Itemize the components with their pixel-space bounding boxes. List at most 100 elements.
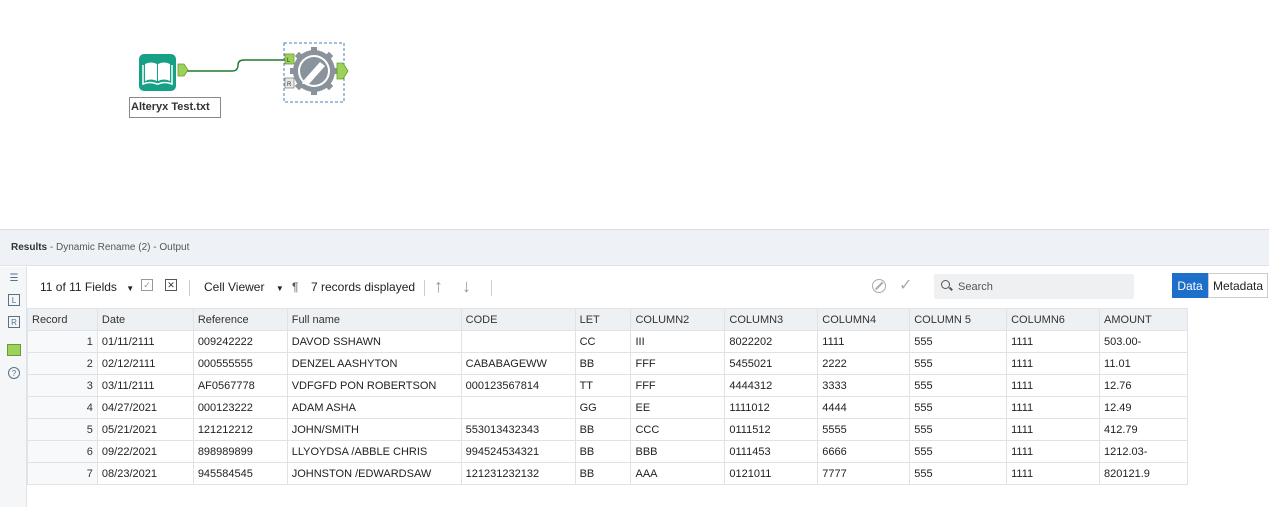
- table-cell[interactable]: 0111512: [724, 418, 819, 441]
- table-cell[interactable]: 1111: [1006, 462, 1101, 485]
- record-number-cell[interactable]: 2: [27, 352, 98, 375]
- table-cell[interactable]: 820121.9: [1099, 462, 1188, 485]
- table-cell[interactable]: BB: [574, 418, 632, 441]
- record-number-cell[interactable]: 6: [27, 440, 98, 463]
- table-cell[interactable]: 6666: [817, 440, 911, 463]
- table-row[interactable]: 4 04/27/2021 000123222 ADAM ASHA GG EE 1111012…: [27, 396, 1188, 419]
- table-cell[interactable]: 121231232132: [460, 462, 576, 485]
- table-cell[interactable]: 555: [909, 462, 1008, 485]
- output-view-icon[interactable]: [7, 344, 21, 356]
- table-cell[interactable]: 4444: [817, 396, 911, 419]
- column-header[interactable]: COLUMN3: [724, 308, 819, 331]
- table-cell[interactable]: 553013432343: [460, 418, 576, 441]
- table-cell[interactable]: 009242222: [192, 330, 288, 353]
- data-grid[interactable]: Record Date Reference Full name CODE LET COLUM…: [27, 308, 1188, 508]
- record-number-cell[interactable]: 7: [27, 462, 98, 485]
- table-cell[interactable]: CC: [574, 330, 632, 353]
- table-cell[interactable]: 2222: [817, 352, 911, 375]
- output-anchor-icon[interactable]: [336, 62, 349, 80]
- table-cell[interactable]: 412.79: [1099, 418, 1188, 441]
- table-cell[interactable]: 000123222: [192, 396, 288, 419]
- column-header[interactable]: Date: [96, 308, 194, 331]
- table-row[interactable]: 7 08/23/2021 945584545 JOHNSTON /EDWARDSAW 1…: [27, 462, 1188, 485]
- table-cell[interactable]: [460, 330, 576, 353]
- table-cell[interactable]: 898989899: [192, 440, 288, 463]
- table-cell[interactable]: 11.01: [1099, 352, 1188, 375]
- table-row[interactable]: 2 02/12/2111 000555555 DENZEL AASHYTON CABAB…: [27, 352, 1188, 375]
- search-box[interactable]: Search: [934, 274, 1134, 299]
- table-cell[interactable]: 04/27/2021: [96, 396, 194, 419]
- table-cell[interactable]: 1111: [1006, 374, 1101, 397]
- table-cell[interactable]: 4444312: [724, 374, 819, 397]
- arrow-up-icon[interactable]: ↑: [434, 276, 443, 297]
- record-number-cell[interactable]: 4: [27, 396, 98, 419]
- table-row[interactable]: 6 09/22/2021 898989899 LLYOYDSA /ABBLE CHRI…: [27, 440, 1188, 463]
- table-cell[interactable]: AF0567778: [192, 374, 288, 397]
- table-cell[interactable]: 000123567814: [460, 374, 576, 397]
- table-cell[interactable]: [460, 396, 576, 419]
- table-row[interactable]: 3 03/11/2111 AF0567778 VDFGFD PON ROBERTSON…: [27, 374, 1188, 397]
- cell-viewer-dropdown[interactable]: Cell Viewer ▼: [204, 280, 284, 294]
- table-cell[interactable]: 1111: [1006, 440, 1101, 463]
- checkbox-select-icon[interactable]: ✓: [141, 279, 153, 291]
- table-cell[interactable]: FFF: [630, 352, 726, 375]
- table-cell[interactable]: 1111: [1006, 396, 1101, 419]
- table-cell[interactable]: 8022202: [724, 330, 819, 353]
- table-cell[interactable]: 09/22/2021: [96, 440, 194, 463]
- table-cell[interactable]: VDFGFD PON ROBERTSON: [286, 374, 462, 397]
- arrow-down-icon[interactable]: ↓: [462, 276, 471, 297]
- column-header[interactable]: Reference: [192, 308, 288, 331]
- table-cell[interactable]: CCC: [630, 418, 726, 441]
- table-cell[interactable]: BB: [574, 462, 632, 485]
- table-cell[interactable]: III: [630, 330, 726, 353]
- record-number-cell[interactable]: 1: [27, 330, 98, 353]
- left-view-icon[interactable]: L: [8, 294, 20, 306]
- right-view-icon[interactable]: R: [8, 316, 20, 328]
- table-cell[interactable]: 945584545: [192, 462, 288, 485]
- table-cell[interactable]: 01/11/2111: [96, 330, 194, 353]
- table-cell[interactable]: 7777: [817, 462, 911, 485]
- table-cell[interactable]: 1111012: [724, 396, 819, 419]
- table-cell[interactable]: 02/12/2111: [96, 352, 194, 375]
- fields-dropdown[interactable]: 11 of 11 Fields ▼: [40, 280, 134, 294]
- column-header[interactable]: Full name: [286, 308, 462, 331]
- table-cell[interactable]: 1212.03-: [1099, 440, 1188, 463]
- column-header[interactable]: COLUMN4: [817, 308, 911, 331]
- table-cell[interactable]: 1111: [1006, 330, 1101, 353]
- table-cell[interactable]: 12.49: [1099, 396, 1188, 419]
- table-cell[interactable]: 555: [909, 352, 1008, 375]
- table-cell[interactable]: 994524534321: [460, 440, 576, 463]
- table-cell[interactable]: 555: [909, 330, 1008, 353]
- cancel-icon[interactable]: [872, 279, 886, 293]
- table-cell[interactable]: FFF: [630, 374, 726, 397]
- record-number-cell[interactable]: 3: [27, 374, 98, 397]
- table-cell[interactable]: DENZEL AASHYTON: [286, 352, 462, 375]
- connection-line[interactable]: [187, 59, 285, 72]
- table-cell[interactable]: TT: [574, 374, 632, 397]
- workflow-canvas[interactable]: L R Alteryx Test.txt: [0, 0, 1269, 229]
- column-header[interactable]: CODE: [460, 308, 576, 331]
- table-cell[interactable]: 555: [909, 440, 1008, 463]
- list-icon[interactable]: ☰: [8, 273, 20, 285]
- apply-check-icon[interactable]: ✓: [899, 275, 912, 295]
- column-header[interactable]: AMOUNT: [1099, 308, 1188, 331]
- table-cell[interactable]: BB: [574, 352, 632, 375]
- table-cell[interactable]: 03/11/2111: [96, 374, 194, 397]
- table-row[interactable]: 5 05/21/2021 121212212 JOHN/SMITH 5530134323…: [27, 418, 1188, 441]
- table-cell[interactable]: 1111: [1006, 352, 1101, 375]
- table-cell[interactable]: EE: [630, 396, 726, 419]
- table-cell[interactable]: GG: [574, 396, 632, 419]
- column-header[interactable]: COLUMN 5: [909, 308, 1008, 331]
- dynamic-rename-tool[interactable]: [290, 47, 338, 95]
- table-cell[interactable]: 555: [909, 418, 1008, 441]
- table-cell[interactable]: 000555555: [192, 352, 288, 375]
- table-cell[interactable]: 1111: [1006, 418, 1101, 441]
- table-cell[interactable]: 121212212: [192, 418, 288, 441]
- data-tab-button[interactable]: Data: [1172, 273, 1208, 298]
- table-cell[interactable]: 08/23/2021: [96, 462, 194, 485]
- table-cell[interactable]: 5455021: [724, 352, 819, 375]
- table-cell[interactable]: 555: [909, 396, 1008, 419]
- column-header[interactable]: COLUMN2: [630, 308, 726, 331]
- table-cell[interactable]: DAVOD SSHAWN: [286, 330, 462, 353]
- table-cell[interactable]: 0111453: [724, 440, 819, 463]
